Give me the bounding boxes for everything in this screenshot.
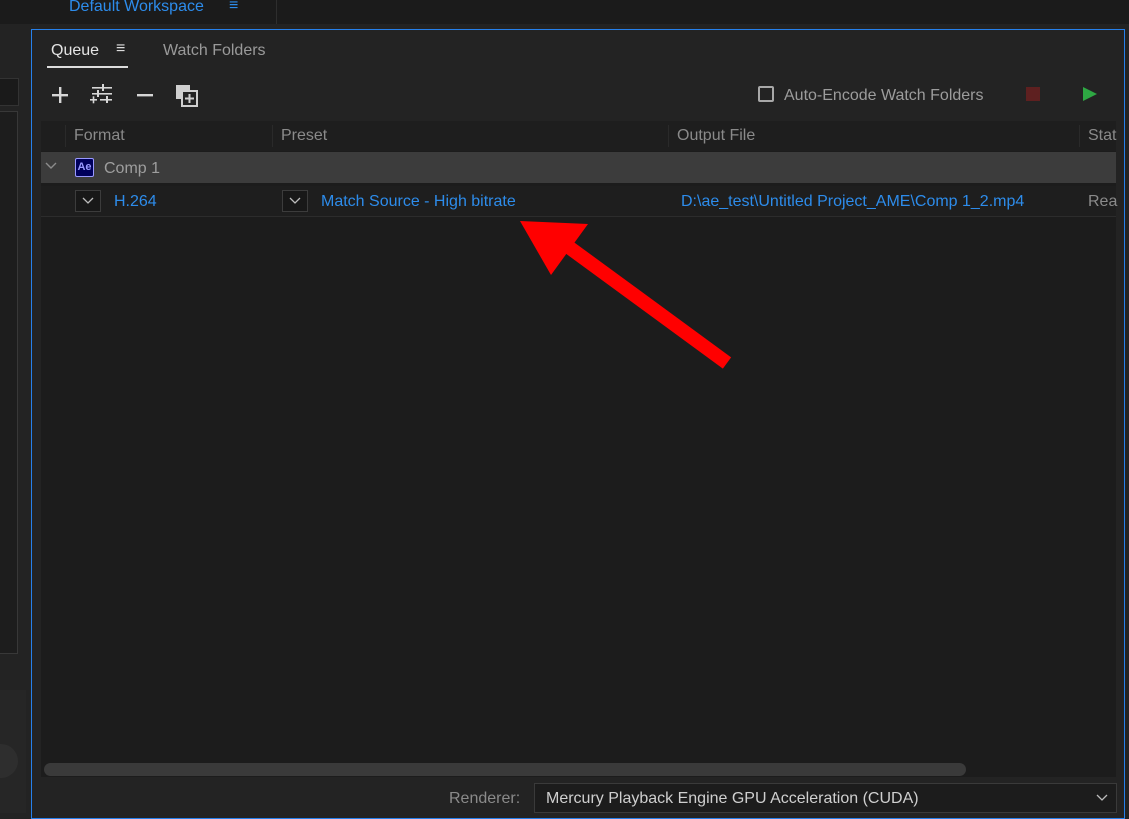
chevron-down-icon[interactable] [1096,794,1108,802]
renderer-label: Renderer: [449,790,521,807]
annotation-arrow-icon [520,221,732,369]
renderer-value: Mercury Playback Engine GPU Acceleration… [546,790,919,807]
